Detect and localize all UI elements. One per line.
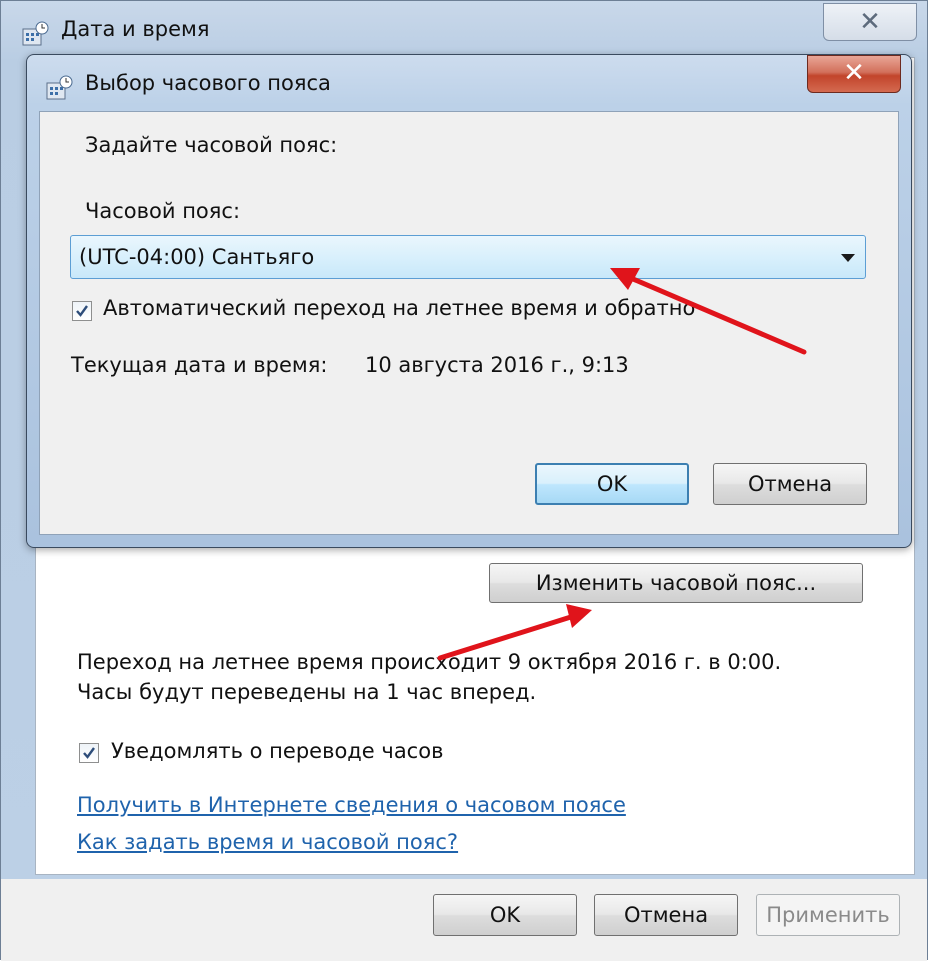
set-timezone-prompt: Задайте часовой пояс: <box>85 133 338 157</box>
cancel-button[interactable]: Отмена <box>594 894 738 936</box>
checkmark-icon <box>76 305 88 317</box>
dialog-ok-button[interactable]: OK <box>535 463 689 505</box>
how-to-set-time-link[interactable]: Как задать время и часовой пояс? <box>77 830 458 854</box>
chevron-down-icon[interactable] <box>841 254 855 262</box>
dialog-title: Выбор часового пояса <box>85 71 331 95</box>
auto-dst-checkbox[interactable] <box>72 301 92 321</box>
dialog-cancel-button[interactable]: Отмена <box>713 463 867 505</box>
timezone-selected-value: (UTC-04:00) Сантьяго <box>79 245 315 269</box>
notify-checkbox-label[interactable]: Уведомлять о переводе часов <box>111 739 443 763</box>
apply-button[interactable]: Применить <box>756 894 900 936</box>
dialog-close-button[interactable]: ✕ <box>807 55 901 93</box>
timezone-label: Часовой пояс: <box>85 199 241 223</box>
close-icon: ✕ <box>843 58 865 88</box>
timezone-dropdown[interactable]: (UTC-04:00) Сантьяго <box>70 235 866 279</box>
ok-button[interactable]: OK <box>433 894 577 936</box>
timezone-dialog: Выбор часового пояса ✕ Задайте часовой п… <box>26 54 912 548</box>
change-timezone-button[interactable]: Изменить часовой пояс... <box>489 563 863 603</box>
date-time-icon <box>22 21 49 46</box>
window-title: Дата и время <box>61 17 210 41</box>
current-datetime-label: Текущая дата и время: <box>71 353 328 377</box>
notify-checkbox[interactable] <box>79 743 99 763</box>
current-datetime-value: 10 августа 2016 г., 9:13 <box>365 353 629 377</box>
auto-dst-label[interactable]: Автоматический переход на летнее время и… <box>103 296 695 320</box>
date-time-icon <box>46 75 73 100</box>
timezone-info-link[interactable]: Получить в Интернете сведения о часовом … <box>77 793 626 817</box>
dst-info-text: Переход на летнее время происходит 9 окт… <box>77 650 782 704</box>
close-icon: ✕ <box>859 7 881 37</box>
window-close-button[interactable]: ✕ <box>823 3 917 41</box>
checkmark-icon <box>83 747 95 759</box>
